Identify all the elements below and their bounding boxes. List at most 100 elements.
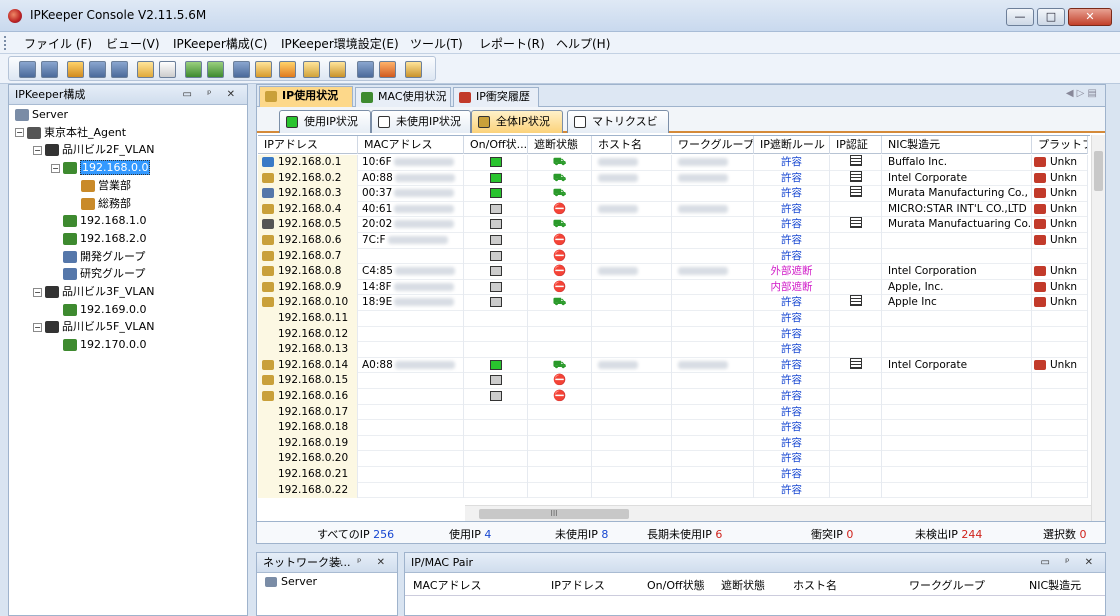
table-row[interactable]: 192.168.0.5 20:02 ⛟ 許容 Murata Manufactuaring…	[258, 217, 1088, 233]
column-header[interactable]: 遮断状態	[528, 136, 592, 154]
table-row[interactable]: 192.168.0.12 許容	[258, 326, 1088, 343]
column-header[interactable]: IP遮断ルール	[754, 136, 830, 154]
menu-view[interactable]: ビュー(V)	[106, 35, 160, 52]
table-row[interactable]: 192.168.0.3 00:37 ⛟ 許容 Murata Manufacturing …	[258, 186, 1088, 202]
tree-node[interactable]: − 192.168.0.0	[51, 160, 151, 176]
maximize-button[interactable]: □	[1037, 8, 1065, 26]
column-header[interactable]: ホスト名	[592, 136, 672, 154]
tab-all-ip[interactable]: 全体IP状況	[471, 110, 563, 133]
tab-mac-usage[interactable]: MAC使用状況	[355, 87, 451, 107]
tree-node[interactable]: 192.169.0.0	[51, 302, 146, 318]
tree-node[interactable]: − 品川ビル5F_VLAN	[33, 319, 155, 335]
grid-icon[interactable]	[159, 61, 176, 78]
ip-grid[interactable]: IPアドレス MACアドレス On/Off状... 遮断状態 ホスト名 ワークグループ IP…	[258, 135, 1090, 505]
pair-column-header[interactable]: ワークグループ	[909, 577, 985, 593]
horizontal-scrollbar[interactable]: III	[465, 505, 1091, 521]
table-row[interactable]: 192.168.0.20 許容	[258, 451, 1088, 467]
minimize-button[interactable]: —	[1006, 8, 1034, 26]
panel-controls[interactable]: ▭ ᵖ ✕	[1041, 553, 1099, 573]
pair-column-header[interactable]: MACアドレス	[413, 577, 482, 593]
search-host-icon[interactable]	[111, 61, 128, 78]
tab-used-ip[interactable]: 使用IP状況	[279, 110, 371, 133]
expand-toggle-icon[interactable]: −	[33, 145, 42, 155]
pair-column-header[interactable]: On/Off状態	[647, 577, 705, 593]
camera-icon[interactable]	[357, 61, 374, 78]
menu-ipkeeper-settings[interactable]: IPKeeper環境設定(E)	[281, 35, 399, 52]
alert-speaker-icon[interactable]	[279, 61, 296, 78]
table-row[interactable]: 192.168.0.8 C4:85 ⛔ 外部遮断 Intel Corporation Un…	[258, 264, 1088, 280]
tree-node[interactable]: − 東京本社_Agent	[15, 125, 126, 141]
column-header[interactable]: プラットフォ	[1032, 136, 1088, 154]
column-header[interactable]: ワークグループ	[672, 136, 754, 154]
menu-help[interactable]: ヘルプ(H)	[556, 35, 610, 52]
tree-node[interactable]: 研究グループ	[51, 266, 145, 282]
table-row[interactable]: 192.168.0.4 40:61 ⛔ 許容 MICRO:STAR INT'L CO.,…	[258, 201, 1088, 218]
exit-icon[interactable]	[41, 61, 58, 78]
table-row[interactable]: 192.168.0.2 A0:88 ⛟ 許容 Intel Corporate Unkn	[258, 170, 1088, 187]
monitor-icon[interactable]	[89, 61, 106, 78]
tree-node[interactable]: 総務部	[69, 196, 131, 212]
column-header[interactable]: IP認証	[830, 136, 882, 154]
settings-icon[interactable]	[379, 61, 396, 78]
table-row[interactable]: 192.168.0.18 許容	[258, 420, 1088, 436]
package-icon[interactable]	[405, 61, 422, 78]
menu-file[interactable]: ファイル (F)	[24, 35, 92, 52]
table-row[interactable]: 192.168.0.7 ⛔ 許容	[258, 248, 1088, 265]
pair-column-header[interactable]: NIC製造元	[1029, 577, 1081, 593]
network-icon[interactable]	[207, 61, 224, 78]
panel-controls[interactable]: ▭ ᵖ ✕	[183, 85, 241, 105]
tree-node[interactable]: Server	[15, 107, 68, 123]
table-row[interactable]: 192.168.0.10 18:9E ⛟ 許容 Apple Inc Unkn	[258, 295, 1088, 311]
vertical-scrollbar[interactable]	[1091, 135, 1105, 521]
tree-node[interactable]: 192.168.1.0	[51, 213, 146, 229]
tree-node[interactable]: − 品川ビル2F_VLAN	[33, 142, 155, 158]
tree-node[interactable]: 192.168.2.0	[51, 231, 146, 247]
close-button[interactable]: ✕	[1068, 8, 1112, 26]
pair-column-header[interactable]: 遮断状態	[721, 577, 765, 593]
report-icon[interactable]	[329, 61, 346, 78]
scroll-thumb[interactable]	[1094, 151, 1103, 191]
expand-toggle-icon[interactable]: −	[51, 163, 60, 173]
tab-matrix-view[interactable]: マトリクスビュー	[567, 110, 669, 149]
table-row[interactable]: 192.168.0.15 ⛔ 許容	[258, 373, 1088, 389]
column-header[interactable]: IPアドレス	[258, 136, 358, 154]
tree-node[interactable]: 開発グループ	[51, 249, 145, 265]
table-row[interactable]: 192.168.0.16 ⛔ 許容	[258, 389, 1088, 405]
expand-toggle-icon[interactable]: −	[33, 287, 42, 297]
table-row[interactable]: 192.168.0.22 許容	[258, 482, 1088, 499]
expand-toggle-icon[interactable]: −	[33, 322, 42, 332]
menu-tools[interactable]: ツール(T)	[410, 35, 463, 52]
menu-report[interactable]: レポート(R)	[479, 35, 545, 52]
tree-node[interactable]: 192.170.0.0	[51, 337, 146, 353]
save-icon[interactable]	[19, 61, 36, 78]
tree-item-server[interactable]: Server	[261, 575, 317, 588]
table-row[interactable]: 192.168.0.13 許容	[258, 342, 1088, 358]
column-header[interactable]: NIC製造元	[882, 136, 1032, 154]
expand-toggle-icon[interactable]: −	[15, 128, 24, 138]
tab-unused-ip[interactable]: 未使用IP状況	[371, 110, 471, 133]
users-icon[interactable]	[255, 61, 272, 78]
column-header[interactable]: On/Off状...	[464, 136, 528, 154]
tab-ip-usage[interactable]: IP使用状況	[259, 86, 353, 108]
table-row[interactable]: 192.168.0.21 許容	[258, 467, 1088, 483]
tree-node[interactable]: − 品川ビル3F_VLAN	[33, 284, 155, 300]
table-row[interactable]: 192.168.0.14 A0:88 ⛟ 許容 Intel Corporate Unkn	[258, 357, 1088, 374]
user-icon[interactable]	[303, 61, 320, 78]
tab-nav-arrows[interactable]: ◀ ▷ ▤	[1066, 88, 1097, 99]
tree-node[interactable]: 営業部	[69, 178, 131, 194]
pair-column-header[interactable]: IPアドレス	[551, 577, 605, 593]
panel-controls[interactable]: ▭ ᵖ ✕	[333, 553, 391, 573]
table-row[interactable]: 192.168.0.9 14:8F ⛔ 内部遮断 Apple, Inc. Unkn	[258, 279, 1088, 296]
pair-column-header[interactable]: ホスト名	[793, 577, 837, 593]
table-row[interactable]: 192.168.0.19 許容	[258, 435, 1088, 452]
table-row[interactable]: 192.168.0.17 許容	[258, 404, 1088, 421]
network-scan-icon[interactable]	[185, 61, 202, 78]
column-header[interactable]: MACアドレス	[358, 136, 464, 154]
table-row[interactable]: 192.168.0.6 7C:F ⛔ 許容 Unkn	[258, 233, 1088, 249]
tab-ip-conflict[interactable]: IP衝突履歴	[453, 87, 539, 107]
table-row[interactable]: 192.168.0.11 許容	[258, 311, 1088, 327]
tree-icon[interactable]	[137, 61, 154, 78]
table-row[interactable]: 192.168.0.1 10:6F ⛟ 許容 Buffalo Inc. Unkn	[258, 155, 1088, 171]
server-icon[interactable]	[233, 61, 250, 78]
scroll-thumb[interactable]: III	[479, 509, 629, 519]
